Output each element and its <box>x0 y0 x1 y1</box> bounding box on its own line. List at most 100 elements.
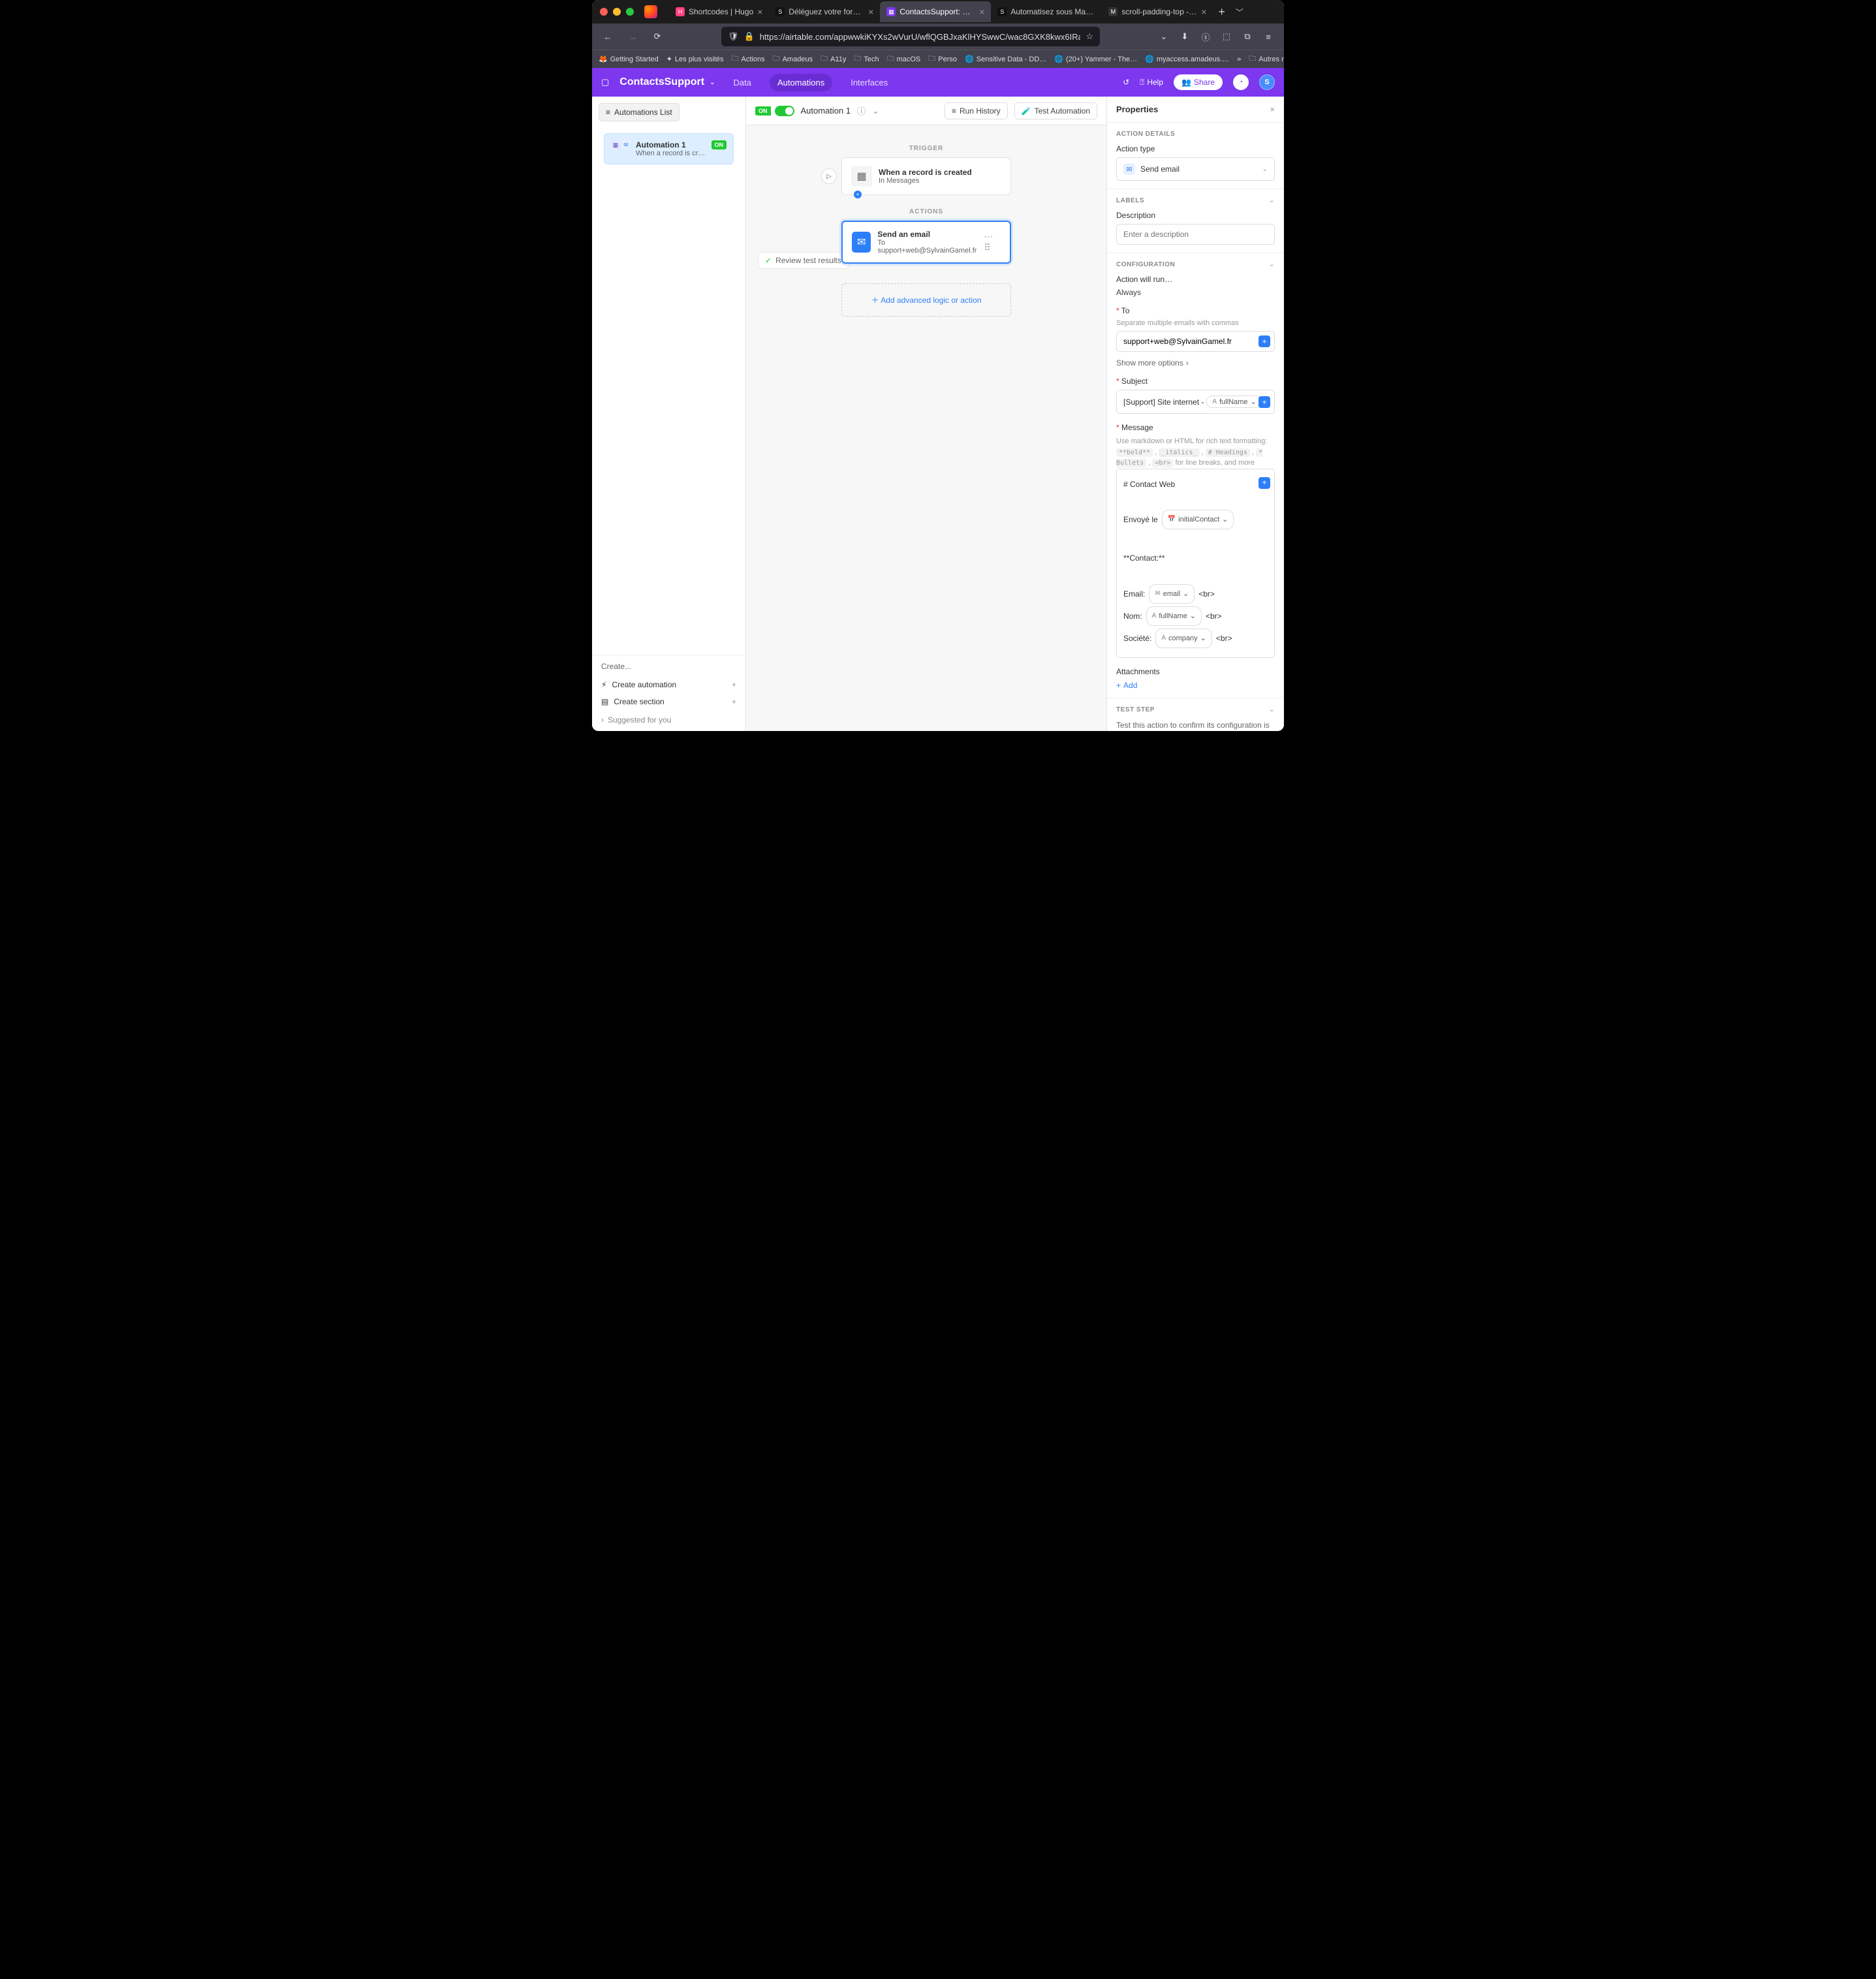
chevron-down-icon[interactable]: ⌄ <box>710 79 715 86</box>
reload-button[interactable]: ⟳ <box>648 27 666 46</box>
menu-icon[interactable]: ≡ <box>1259 27 1277 46</box>
message-input[interactable]: + # Contact Web Envoyé le 📅initialContac… <box>1116 469 1275 659</box>
suggested-button[interactable]: ›Suggested for you <box>601 710 736 725</box>
to-input[interactable]: + <box>1116 331 1275 352</box>
help-button[interactable]: ⍰ Help <box>1140 78 1163 87</box>
info-icon[interactable]: ⓘ <box>857 104 866 117</box>
test-automation-button[interactable]: 🧪 Test Automation <box>1014 102 1097 119</box>
account-icon[interactable]: ⓢ <box>1196 27 1215 46</box>
add-token-button[interactable]: + <box>1258 335 1270 347</box>
close-tab-icon[interactable]: × <box>979 7 984 17</box>
downloads-icon[interactable]: ⬇ <box>1176 27 1194 46</box>
create-section-button[interactable]: ▤Create section+ <box>601 693 736 710</box>
bookmark-folder[interactable]: 🗀 Perso <box>928 53 957 65</box>
close-panel-icon[interactable]: × <box>1270 104 1275 114</box>
browser-tab[interactable]: Mscroll-padding-top - CSS: C× <box>1102 1 1213 22</box>
close-tab-icon[interactable]: × <box>1201 7 1206 17</box>
user-avatar[interactable]: S <box>1259 74 1275 90</box>
bookmark-item[interactable]: 🌐 (20+) Yammer - The… <box>1054 55 1137 63</box>
show-more-options[interactable]: Show more options › <box>1116 358 1189 367</box>
bookmark-item[interactable]: 🌐 myaccess.amadeus.… <box>1145 55 1229 63</box>
browser-tab[interactable]: SDéléguez votre formulaire de× <box>769 1 880 22</box>
share-button[interactable]: 👥 Share <box>1174 74 1223 90</box>
chevron-down-icon[interactable]: ⌄ <box>872 106 879 116</box>
add-advanced-logic-button[interactable]: ＋ Add advanced logic or action <box>841 283 1011 317</box>
chevron-down-icon: ⌄ <box>1262 166 1268 173</box>
mail-icon: ✉ <box>1155 587 1160 601</box>
labels-header[interactable]: LABELS⌄ <box>1116 197 1275 204</box>
close-tab-icon[interactable]: × <box>868 7 873 17</box>
automation-item[interactable]: ▦ ✉ Automation 1 When a record is create… <box>604 133 734 164</box>
chevron-down-icon: ⌄ <box>1269 197 1275 204</box>
subject-input[interactable]: [Support] Site internet - AfullName ⌄ + <box>1116 390 1275 414</box>
field-token-initialcontact[interactable]: 📅initialContact ⌄ <box>1162 510 1234 529</box>
browser-tab[interactable]: SAutomatisez sous Mac, S.G. <box>991 1 1102 22</box>
bookmark-folder[interactable]: 🗀 A11y <box>821 53 846 65</box>
field-token-email[interactable]: ✉email ⌄ <box>1149 584 1195 604</box>
add-token-button[interactable]: + <box>1258 396 1270 408</box>
description-input[interactable] <box>1116 224 1275 245</box>
new-tab-button[interactable]: + <box>1213 5 1230 19</box>
text-icon: A <box>1161 631 1166 646</box>
bookmark-folder[interactable]: 🗀 Tech <box>854 53 879 65</box>
automation-name[interactable]: Automation 1 <box>801 106 851 116</box>
browser-toolbar: ← → ⟳ 🛡 🔒 ☆ ⌄ ⬇ ⓢ ⬚ ⧉ ≡ <box>592 23 1284 50</box>
create-header: Create... <box>601 662 736 671</box>
bookmark-folder[interactable]: 🗀 Actions <box>732 53 765 65</box>
add-attachment-button[interactable]: + Add <box>1116 681 1137 690</box>
maximize-window[interactable] <box>626 8 634 16</box>
minimize-window[interactable] <box>613 8 621 16</box>
back-button[interactable]: ← <box>599 27 617 46</box>
browser-tab[interactable]: HShortcodes | Hugo× <box>669 1 769 22</box>
bookmark-folder[interactable]: 🗀 Autres marque-pages <box>1249 53 1284 65</box>
base-icon: ▢ <box>601 77 609 87</box>
url-input[interactable] <box>760 32 1081 42</box>
notifications-icon[interactable]: ◔ <box>1233 74 1249 90</box>
bookmark-item[interactable]: 🦊 Getting Started <box>599 55 659 63</box>
lightning-icon: ⚡︎ <box>601 680 606 689</box>
trigger-card[interactable]: ▷ ▦ When a record is created In Messages… <box>841 157 1011 195</box>
plus-icon: + <box>732 697 736 706</box>
automations-list-button[interactable]: ≡ Automations List <box>599 103 680 121</box>
on-label: ON <box>755 106 771 116</box>
bookmark-folder[interactable]: 🗀 macOS <box>887 53 921 65</box>
action-card-selected[interactable]: ✉ Send an email To support+web@SylvainGa… <box>841 221 1011 264</box>
nav-data[interactable]: Data <box>725 74 758 91</box>
review-test-results[interactable]: ✓Review test results <box>758 252 849 269</box>
run-history-button[interactable]: ≡ Run History <box>945 102 1008 119</box>
extensions-icon[interactable]: ⬚ <box>1217 27 1236 46</box>
base-title[interactable]: ContactsSupport ⌄ <box>619 76 715 88</box>
run-trigger-button[interactable]: ▷ <box>821 168 837 184</box>
automation-toggle[interactable] <box>775 106 794 116</box>
add-step-icon[interactable]: + <box>854 191 862 198</box>
history-icon[interactable]: ↺ <box>1123 78 1129 87</box>
shield-icon[interactable]: 🛡 <box>728 31 739 42</box>
field-token-fullname[interactable]: AfullName ⌄ <box>1206 396 1262 408</box>
add-token-button[interactable]: + <box>1258 477 1270 489</box>
action-type-select[interactable]: ✉ Send email ⌄ <box>1116 157 1275 181</box>
nav-automations[interactable]: Automations <box>770 74 832 91</box>
library-icon[interactable]: ⧉ <box>1238 27 1257 46</box>
bookmark-star-icon[interactable]: ☆ <box>1086 31 1093 42</box>
bookmarks-overflow[interactable]: » <box>1237 55 1241 63</box>
subject-label: * Subject <box>1116 377 1275 386</box>
close-window[interactable] <box>600 8 608 16</box>
chevron-down-icon: ⌄ <box>1269 706 1275 713</box>
field-token-fullname[interactable]: AfullName ⌄ <box>1146 606 1202 626</box>
test-step-header[interactable]: TEST STEP⌄ <box>1116 706 1275 713</box>
card-menu[interactable]: ⋯ ⠿ <box>984 231 1001 253</box>
url-bar[interactable]: 🛡 🔒 ☆ <box>721 27 1100 46</box>
nav-interfaces[interactable]: Interfaces <box>843 74 896 91</box>
tab-overflow-button[interactable]: ﹀ <box>1230 7 1249 18</box>
configuration-header[interactable]: CONFIGURATION⌄ <box>1116 261 1275 268</box>
lock-icon[interactable]: 🔒 <box>744 31 755 42</box>
field-token-company[interactable]: Acompany ⌄ <box>1155 629 1212 648</box>
bookmark-folder[interactable]: 🗀 Amadeus <box>773 53 813 65</box>
bookmark-item[interactable]: 🌐 Sensitive Data - DD… <box>965 55 1046 63</box>
pocket-icon[interactable]: ⌄ <box>1155 27 1173 46</box>
browser-tab-active[interactable]: ▦ContactsSupport: Messages× <box>880 1 991 22</box>
on-badge: ON <box>711 140 727 149</box>
create-automation-button[interactable]: ⚡︎Create automation+ <box>601 676 736 693</box>
bookmark-item[interactable]: ✦ Les plus visités <box>666 55 724 63</box>
close-tab-icon[interactable]: × <box>757 7 762 17</box>
